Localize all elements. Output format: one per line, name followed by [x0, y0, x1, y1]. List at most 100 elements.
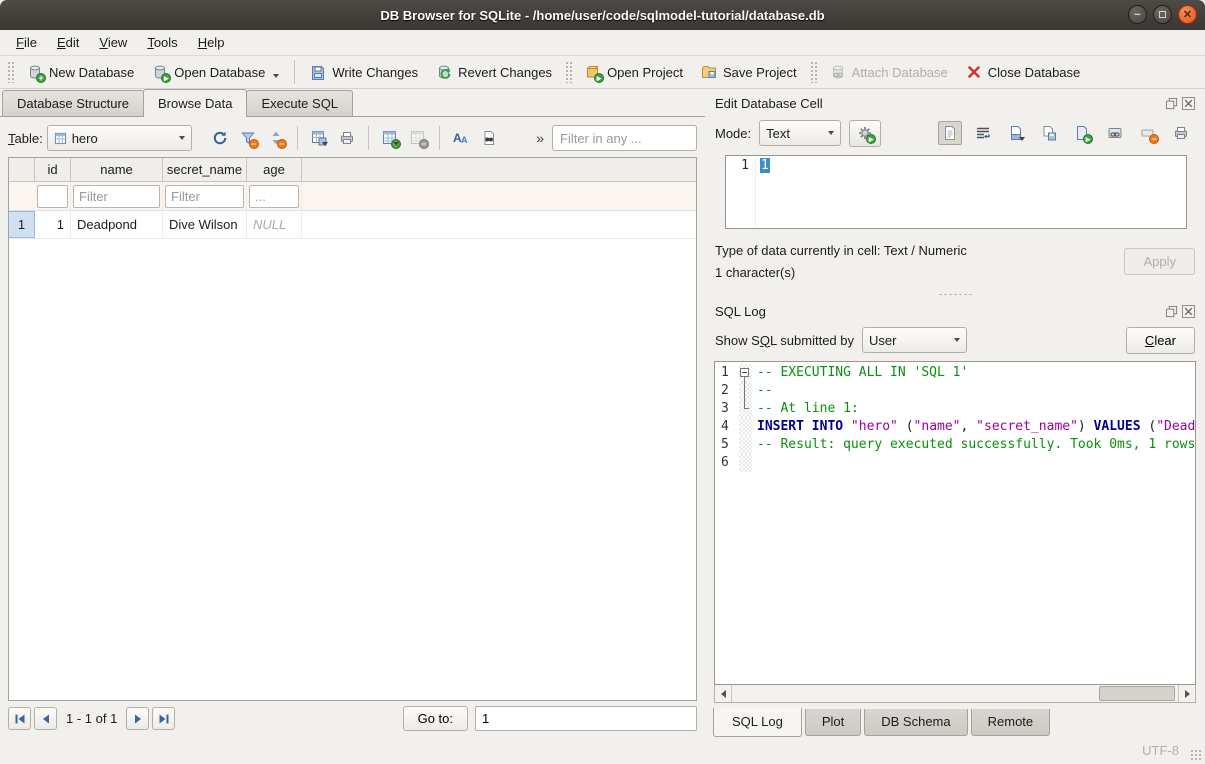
export-data-button[interactable]: ▸ [1070, 121, 1094, 145]
write-changes-button[interactable]: Write Changes [302, 60, 426, 84]
tab-database-structure[interactable]: Database Structure [2, 90, 144, 117]
menu-file[interactable]: File [6, 32, 47, 53]
float-dock-icon[interactable] [1165, 305, 1178, 318]
format-button[interactable]: AA [449, 126, 473, 150]
filter-input-secret-name[interactable] [165, 185, 244, 208]
print-table-button[interactable] [335, 126, 359, 150]
revert-changes-icon [436, 64, 452, 80]
clear-sorting-button[interactable]: − [264, 126, 288, 150]
column-header-id[interactable]: id [35, 158, 71, 181]
chevron-down-icon [179, 136, 185, 140]
submitter-select[interactable]: User [862, 327, 967, 353]
export-cell-button[interactable] [1037, 121, 1061, 145]
goto-button[interactable]: Go to: [403, 706, 468, 731]
prev-record-button[interactable] [34, 707, 57, 730]
toolbar-handle[interactable] [810, 61, 817, 83]
next-record-icon [132, 713, 144, 725]
goto-input[interactable] [475, 706, 697, 731]
save-project-icon [701, 64, 717, 80]
new-record-button[interactable]: + [378, 126, 402, 150]
float-dock-icon[interactable] [1165, 97, 1178, 110]
filter-input-age[interactable] [249, 185, 299, 208]
minimize-button[interactable]: − [1128, 5, 1147, 24]
cell-age[interactable]: NULL [247, 211, 302, 238]
last-record-button[interactable] [152, 707, 175, 730]
edit-cell-dock-title: Edit Database Cell [713, 91, 1197, 113]
menu-tools[interactable]: Tools [137, 32, 187, 53]
tab-execute-sql[interactable]: Execute SQL [246, 90, 353, 117]
filter-input-name[interactable] [73, 185, 160, 208]
filter-clear-icon: − [240, 130, 256, 146]
dock-tab-sql-log[interactable]: SQL Log [713, 708, 802, 737]
filter-any-input[interactable] [552, 125, 697, 151]
close-button[interactable]: ✕ [1178, 5, 1197, 24]
dock-tab-plot[interactable]: Plot [805, 709, 861, 736]
close-database-button[interactable]: Close Database [958, 60, 1089, 84]
first-record-button[interactable] [8, 707, 31, 730]
maximize-button[interactable] [1153, 5, 1172, 24]
table-select[interactable]: hero [47, 125, 192, 151]
tab-browse-data[interactable]: Browse Data [143, 89, 247, 117]
sql-log-title: SQL Log [715, 304, 1165, 319]
find-button[interactable] [477, 126, 501, 150]
close-dock-icon[interactable] [1182, 305, 1195, 318]
scroll-thumb[interactable] [1099, 686, 1175, 701]
column-header-age[interactable]: age [247, 158, 302, 181]
attach-database-icon [830, 64, 846, 80]
set-null-button[interactable]: − [1136, 121, 1160, 145]
cell-editor[interactable]: 1 1 [725, 155, 1187, 229]
text-mode-button[interactable] [938, 121, 962, 145]
scroll-left-button[interactable] [715, 685, 732, 702]
chevron-down-icon [273, 74, 279, 78]
grid-corner[interactable] [9, 158, 35, 181]
right-arrow-icon [1185, 690, 1190, 698]
cell-id[interactable]: 1 [35, 211, 71, 238]
toolbar-handle[interactable] [565, 61, 572, 83]
apply-format-button[interactable]: ▸ [849, 120, 881, 147]
open-project-button[interactable]: ▸ Open Project [577, 60, 691, 84]
import-cell-button[interactable] [1004, 121, 1028, 145]
column-header-secret-name[interactable]: secret_name [163, 158, 247, 181]
scroll-right-button[interactable] [1178, 685, 1195, 702]
delete-record-icon: − [410, 130, 426, 146]
grid-header-row: id name secret_name age [9, 158, 696, 182]
dock-splitter[interactable] [713, 289, 1197, 299]
column-header-name[interactable]: name [71, 158, 163, 181]
menu-edit[interactable]: Edit [47, 32, 89, 53]
new-database-button[interactable]: + New Database [19, 60, 142, 84]
menu-view[interactable]: View [89, 32, 137, 53]
cell-name[interactable]: Deadpond [71, 211, 163, 238]
revert-changes-button[interactable]: Revert Changes [428, 60, 560, 84]
grid-empty-area [9, 239, 696, 700]
menu-help[interactable]: Help [188, 32, 235, 53]
clear-log-button[interactable]: Clear [1126, 327, 1195, 354]
last-record-icon [158, 713, 170, 725]
edit-cell-toolbar: Mode: Text ▸ [713, 113, 1197, 153]
log-horizontal-scrollbar[interactable] [714, 685, 1196, 703]
word-wrap-button[interactable] [971, 121, 995, 145]
save-table-button[interactable] [307, 126, 331, 150]
close-dock-icon[interactable] [1182, 97, 1195, 110]
edit-cell-title: Edit Database Cell [715, 96, 1165, 111]
dock-tab-db-schema[interactable]: DB Schema [864, 709, 967, 736]
open-image-button[interactable] [1103, 121, 1127, 145]
filter-input-id[interactable] [37, 185, 68, 208]
open-database-button[interactable]: ▸ Open Database [144, 60, 287, 84]
toolbar-overflow-chevron[interactable]: » [532, 130, 548, 146]
cell-secret-name[interactable]: Dive Wilson [163, 211, 247, 238]
refresh-button[interactable] [208, 126, 232, 150]
print-cell-button[interactable] [1169, 121, 1193, 145]
resize-grip[interactable] [1190, 749, 1202, 761]
editor-text[interactable]: 1 [760, 158, 770, 173]
clear-filters-button[interactable]: − [236, 126, 260, 150]
mode-select[interactable]: Text [759, 120, 841, 146]
sql-log-viewer[interactable]: 1-- EXECUTING ALL IN 'SQL 1' 2-- 3-- At … [714, 361, 1196, 685]
next-record-button[interactable] [126, 707, 149, 730]
toolbar-separator [294, 60, 295, 84]
toolbar-separator [439, 126, 440, 150]
export-icon [1041, 125, 1057, 141]
row-number[interactable]: 1 [9, 211, 35, 238]
save-project-button[interactable]: Save Project [693, 60, 805, 84]
dock-tab-remote[interactable]: Remote [971, 709, 1051, 736]
toolbar-handle[interactable] [7, 61, 14, 83]
